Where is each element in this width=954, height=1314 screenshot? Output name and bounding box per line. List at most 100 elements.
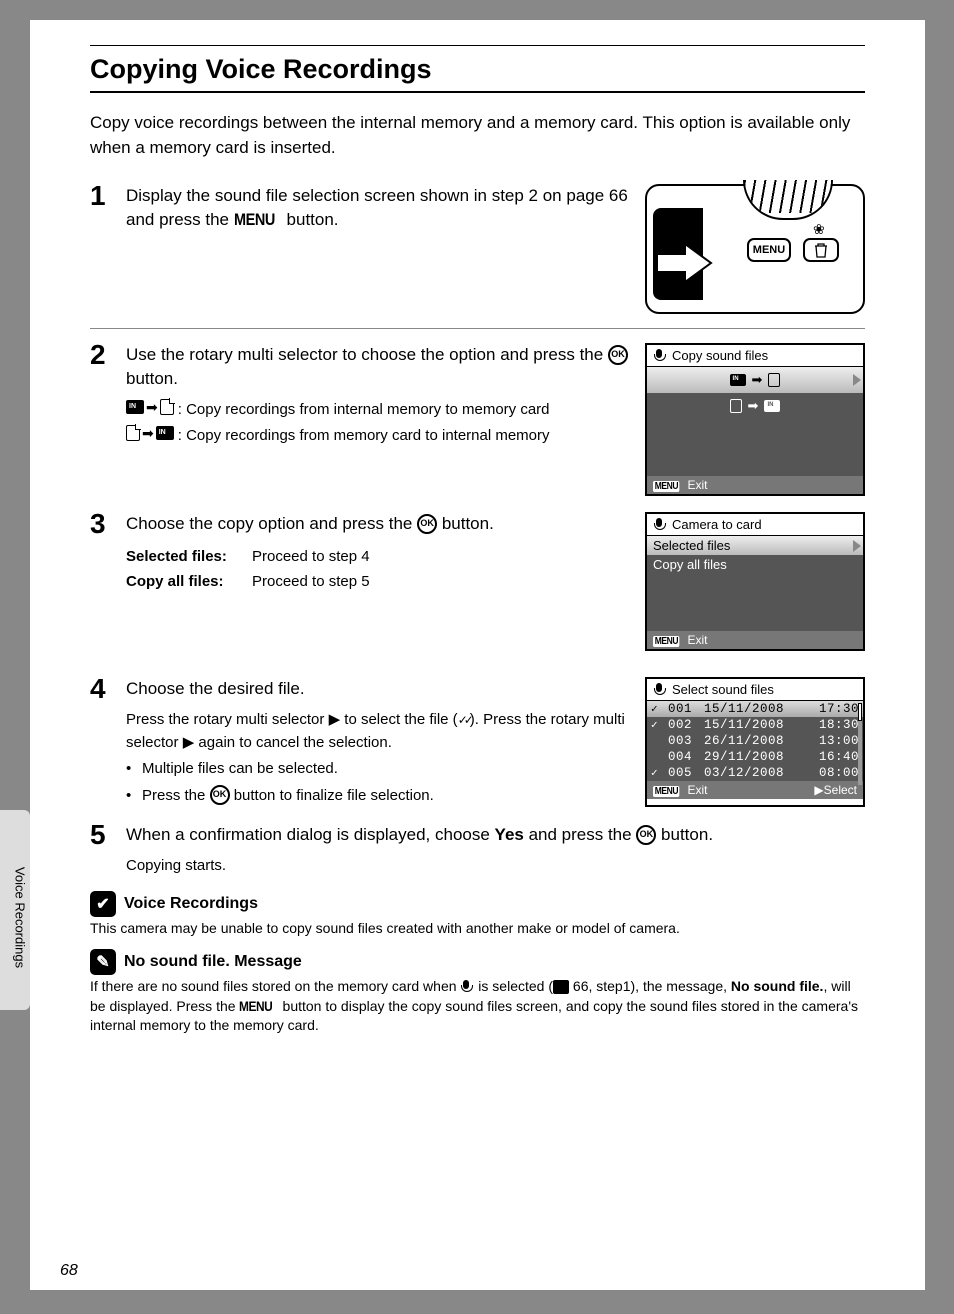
- lcd4-select: Select: [824, 783, 857, 797]
- step5-text-a: When a confirmation dialog is displayed,…: [126, 825, 495, 844]
- ok-button-icon: OK: [417, 514, 437, 534]
- step-number: 2: [90, 341, 126, 496]
- step-3: 3 Choose the copy option and press the O…: [90, 510, 865, 651]
- card-to-internal-icon: ➡: [126, 425, 174, 441]
- lcd2-title: Copy sound files: [672, 348, 768, 363]
- file-row: 004 29/11/2008 16:40: [647, 749, 863, 765]
- note2-a: If there are no sound files stored on th…: [90, 978, 460, 994]
- menu-badge-icon: MENU: [653, 481, 680, 492]
- check-icon: ✔: [90, 891, 116, 917]
- step-4: 4 Choose the desired file. Press the rot…: [90, 675, 865, 807]
- page-content: Copying Voice Recordings Copy voice reco…: [30, 20, 925, 1290]
- file-row: ✓00115/11/200817:30: [647, 701, 863, 717]
- step-number: 1: [90, 182, 126, 314]
- file-time: 18:30: [811, 718, 859, 732]
- step-2: 2 Use the rotary multi selector to choos…: [90, 341, 865, 496]
- arrow-icon: [655, 242, 725, 284]
- lcd2-exit: Exit: [687, 478, 707, 492]
- note2-b: is selected (: [474, 978, 553, 994]
- mic-icon: [653, 683, 667, 697]
- lcd3-opt1: Selected files: [647, 536, 863, 555]
- internal-icon: [764, 400, 780, 412]
- step4-sub-d: again to cancel the selection.: [194, 734, 392, 751]
- sdcard-icon: [768, 373, 780, 387]
- step3-row2-val: Proceed to step 5: [252, 571, 631, 592]
- lcd-copy-sound-files: Copy sound files ➡: [645, 343, 865, 496]
- step1-text-b: button.: [282, 210, 339, 229]
- step1-text-a: Display the sound file selection screen …: [126, 186, 628, 229]
- note2-title: No sound file. Message: [124, 953, 302, 971]
- file-time: 16:40: [811, 750, 859, 764]
- step-number: 4: [90, 675, 126, 807]
- file-date: 15/11/2008: [704, 718, 805, 732]
- step5-text-c: button.: [656, 825, 713, 844]
- check-icon: ✓: [651, 718, 662, 732]
- file-number: 004: [668, 750, 698, 764]
- step-5: 5 When a confirmation dialog is displaye…: [90, 821, 865, 877]
- note1-title: Voice Recordings: [124, 895, 258, 913]
- file-date: 29/11/2008: [704, 750, 805, 764]
- checkmark-icon: ✓✓: [458, 711, 470, 729]
- camera-illustration: MENU ❀: [645, 184, 865, 314]
- internal-icon: [730, 374, 746, 386]
- scrollbar: [858, 703, 862, 785]
- file-number: 002: [668, 718, 698, 732]
- intro-text: Copy voice recordings between the intern…: [90, 111, 865, 160]
- file-row: ✓ 005 03/12/2008 08:00: [647, 765, 863, 781]
- reference-icon: [553, 980, 569, 994]
- mic-icon: [653, 518, 667, 532]
- note2-bold: No sound file.: [731, 978, 824, 994]
- file-date: 03/12/2008: [704, 766, 805, 780]
- file-row: 003 26/11/2008 13:00: [647, 733, 863, 749]
- lcd4-exit: Exit: [687, 783, 707, 797]
- file-row: ✓ 002 15/11/2008 18:30: [647, 717, 863, 733]
- step2-opt2: : Copy recordings from memory card to in…: [178, 427, 550, 444]
- step2-opt1: : Copy recordings from internal memory t…: [178, 401, 550, 418]
- file-time: 17:30: [811, 702, 859, 716]
- step4-bullet2b: button to finalize file selection.: [230, 787, 434, 804]
- step-number: 3: [90, 510, 126, 651]
- lcd3-opt2: Copy all files: [647, 555, 863, 574]
- pencil-icon: ✎: [90, 949, 116, 975]
- trash-icon: [814, 242, 828, 258]
- internal-to-card-icon: ➡: [126, 399, 174, 415]
- file-time: 08:00: [811, 766, 859, 780]
- ok-button-icon: OK: [608, 345, 628, 365]
- menu-label-icon: MENU: [234, 208, 275, 232]
- page-number: 68: [60, 1262, 78, 1280]
- step2-text-b: button.: [126, 369, 178, 388]
- mic-icon: [653, 349, 667, 363]
- file-date: 26/11/2008: [704, 734, 805, 748]
- file-number: 003: [668, 734, 698, 748]
- file-date: 15/11/2008: [704, 702, 805, 716]
- step5-sub: Copying starts.: [126, 855, 865, 878]
- lcd3-title: Camera to card: [672, 517, 762, 532]
- step-1: 1 Display the sound file selection scree…: [90, 182, 865, 314]
- note1-body: This camera may be unable to copy sound …: [90, 919, 865, 939]
- lcd3-exit: Exit: [687, 633, 707, 647]
- step3-row1-val: Proceed to step 4: [252, 546, 631, 567]
- menu-badge-icon: MENU: [653, 636, 680, 647]
- step4-sub-a: Press the rotary multi selector: [126, 711, 329, 728]
- check-icon: ✓: [651, 702, 662, 716]
- sidebar-label: Voice Recordings: [13, 843, 28, 993]
- lcd-select-sound-files: Select sound files ✓00115/11/200817:30✓0…: [645, 677, 865, 807]
- check-icon: ✓: [651, 766, 662, 780]
- macro-icon: ❀: [813, 221, 825, 238]
- lcd-camera-to-card: Camera to card Selected files Copy all f…: [645, 512, 865, 651]
- file-time: 13:00: [811, 734, 859, 748]
- ok-button-icon: OK: [636, 825, 656, 845]
- note-voice-recordings: ✔ Voice Recordings This camera may be un…: [90, 891, 865, 939]
- step4-main: Choose the desired file.: [126, 677, 631, 701]
- step5-yes: Yes: [495, 825, 524, 844]
- camera-trash-button: [803, 238, 839, 262]
- sdcard-icon: [730, 399, 742, 413]
- lcd4-title: Select sound files: [672, 682, 774, 697]
- step3-row1-label: Selected files: [126, 548, 222, 565]
- step2-text-a: Use the rotary multi selector to choose …: [126, 345, 608, 364]
- note2-c: 66, step1), the message,: [569, 978, 731, 994]
- page-title: Copying Voice Recordings: [90, 54, 865, 85]
- file-number: 005: [668, 766, 698, 780]
- step3-text-a: Choose the copy option and press the: [126, 514, 417, 533]
- step5-text-b: and press the: [524, 825, 636, 844]
